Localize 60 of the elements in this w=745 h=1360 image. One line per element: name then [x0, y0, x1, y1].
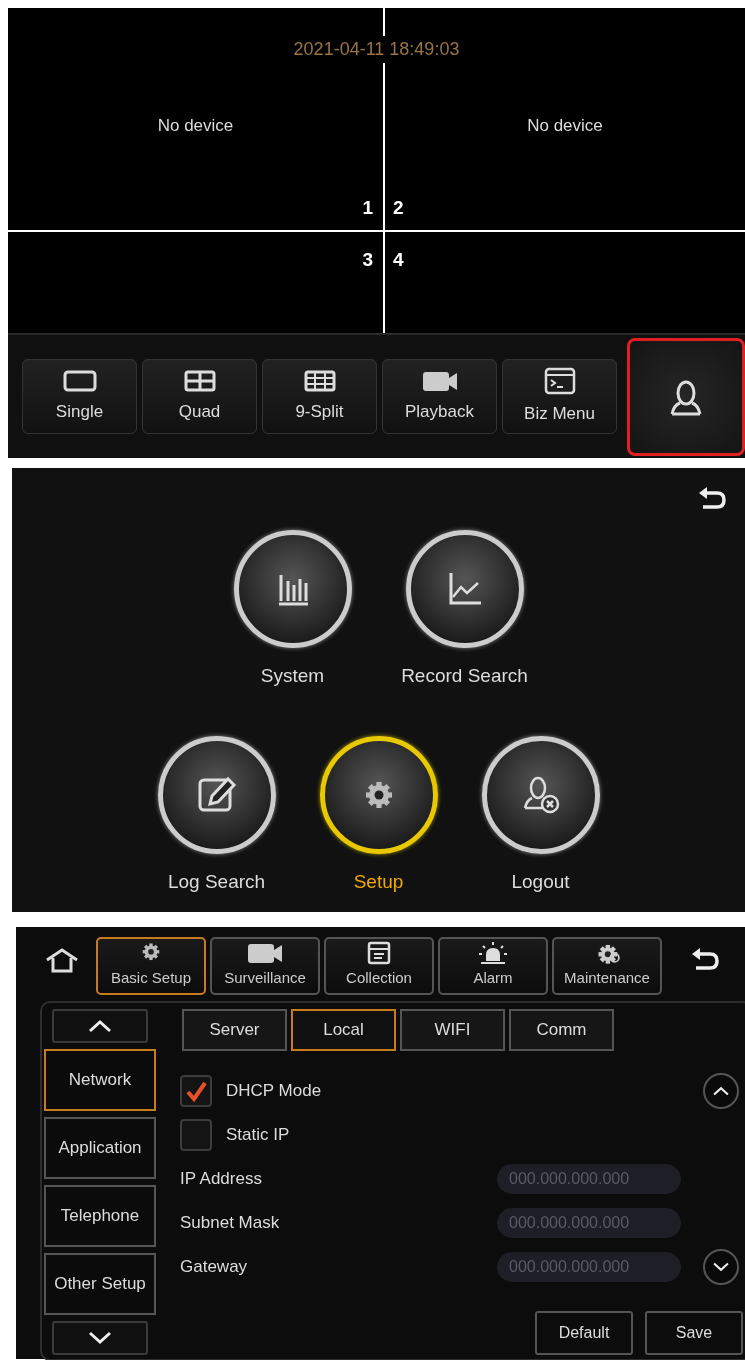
tab[interactable]: Local [291, 1009, 396, 1051]
scroll-down-button[interactable] [703, 1249, 739, 1285]
input-field[interactable]: 000.000.000.000 [497, 1252, 681, 1282]
checkbox[interactable] [180, 1119, 212, 1151]
menu-label[interactable]: Record Search [401, 662, 528, 691]
field-label: Gateway [180, 1256, 248, 1279]
category-tab[interactable]: Alarm [438, 937, 548, 995]
scroll-down-button[interactable] [52, 1321, 148, 1355]
quad-view-icon [182, 368, 217, 393]
toolbar-button[interactable]: 9-Split [262, 359, 377, 434]
channel-number: 2 [393, 195, 404, 220]
toolbar-button[interactable]: Biz Menu [502, 359, 617, 434]
menu-label[interactable]: Setup [353, 867, 404, 896]
terminal-icon [543, 366, 576, 395]
option-label: Static IP [226, 1124, 290, 1147]
action-button[interactable]: Save [645, 1311, 743, 1355]
tab[interactable]: Server [182, 1009, 287, 1051]
field-label: IP Address [180, 1168, 262, 1191]
chevron-up-icon [87, 1019, 113, 1033]
channel-number: 1 [362, 195, 373, 220]
back-icon[interactable] [690, 947, 720, 973]
input-field[interactable]: 000.000.000.000 [497, 1164, 681, 1194]
sidebar-item[interactable]: Application [44, 1117, 156, 1179]
category-tab[interactable]: Collection [324, 937, 434, 995]
checkbox[interactable] [180, 1075, 212, 1107]
channel-number: 4 [393, 248, 404, 272]
checkmark-icon [185, 1080, 207, 1102]
chevron-down-icon [712, 1260, 730, 1274]
menu-label[interactable]: System [260, 662, 325, 691]
tab[interactable]: WIFI [400, 1009, 505, 1051]
sidebar-item[interactable]: Other Setup [44, 1253, 156, 1315]
grid-view-icon [302, 368, 337, 393]
status-message: No device [527, 115, 603, 137]
tab[interactable]: Comm [509, 1009, 614, 1051]
toolbar-button[interactable]: Quad [142, 359, 257, 434]
field-label: Subnet Mask [180, 1212, 280, 1235]
category-tab[interactable]: Basic Setup [96, 937, 206, 995]
chevron-up-icon [712, 1084, 730, 1098]
home-icon[interactable] [44, 947, 80, 973]
scroll-up-button[interactable] [52, 1009, 148, 1043]
back-icon[interactable] [697, 486, 727, 512]
user-button[interactable] [627, 337, 745, 456]
menu-label[interactable]: Log Search [167, 867, 266, 896]
sidebar-item[interactable]: Network [44, 1049, 156, 1111]
window-icon [367, 940, 391, 965]
scroll-up-button[interactable] [703, 1073, 739, 1109]
menu-label[interactable]: Logout [511, 867, 570, 896]
toolbar-button[interactable]: Playback [382, 359, 497, 434]
input-field[interactable]: 000.000.000.000 [497, 1208, 681, 1238]
option-label: DHCP Mode [226, 1080, 322, 1103]
chevron-down-icon [87, 1331, 113, 1345]
channel-number: 3 [362, 248, 373, 272]
single-view-icon [62, 368, 97, 393]
toolbar-button[interactable]: Single [22, 359, 137, 434]
action-button[interactable]: Default [535, 1311, 633, 1355]
status-message: No device [157, 115, 234, 137]
sidebar-item[interactable]: Telephone [44, 1185, 156, 1247]
category-tab[interactable]: Surveillance [210, 937, 320, 995]
alarm-light-icon [478, 940, 508, 965]
category-tab[interactable]: Maintenance [552, 937, 662, 995]
